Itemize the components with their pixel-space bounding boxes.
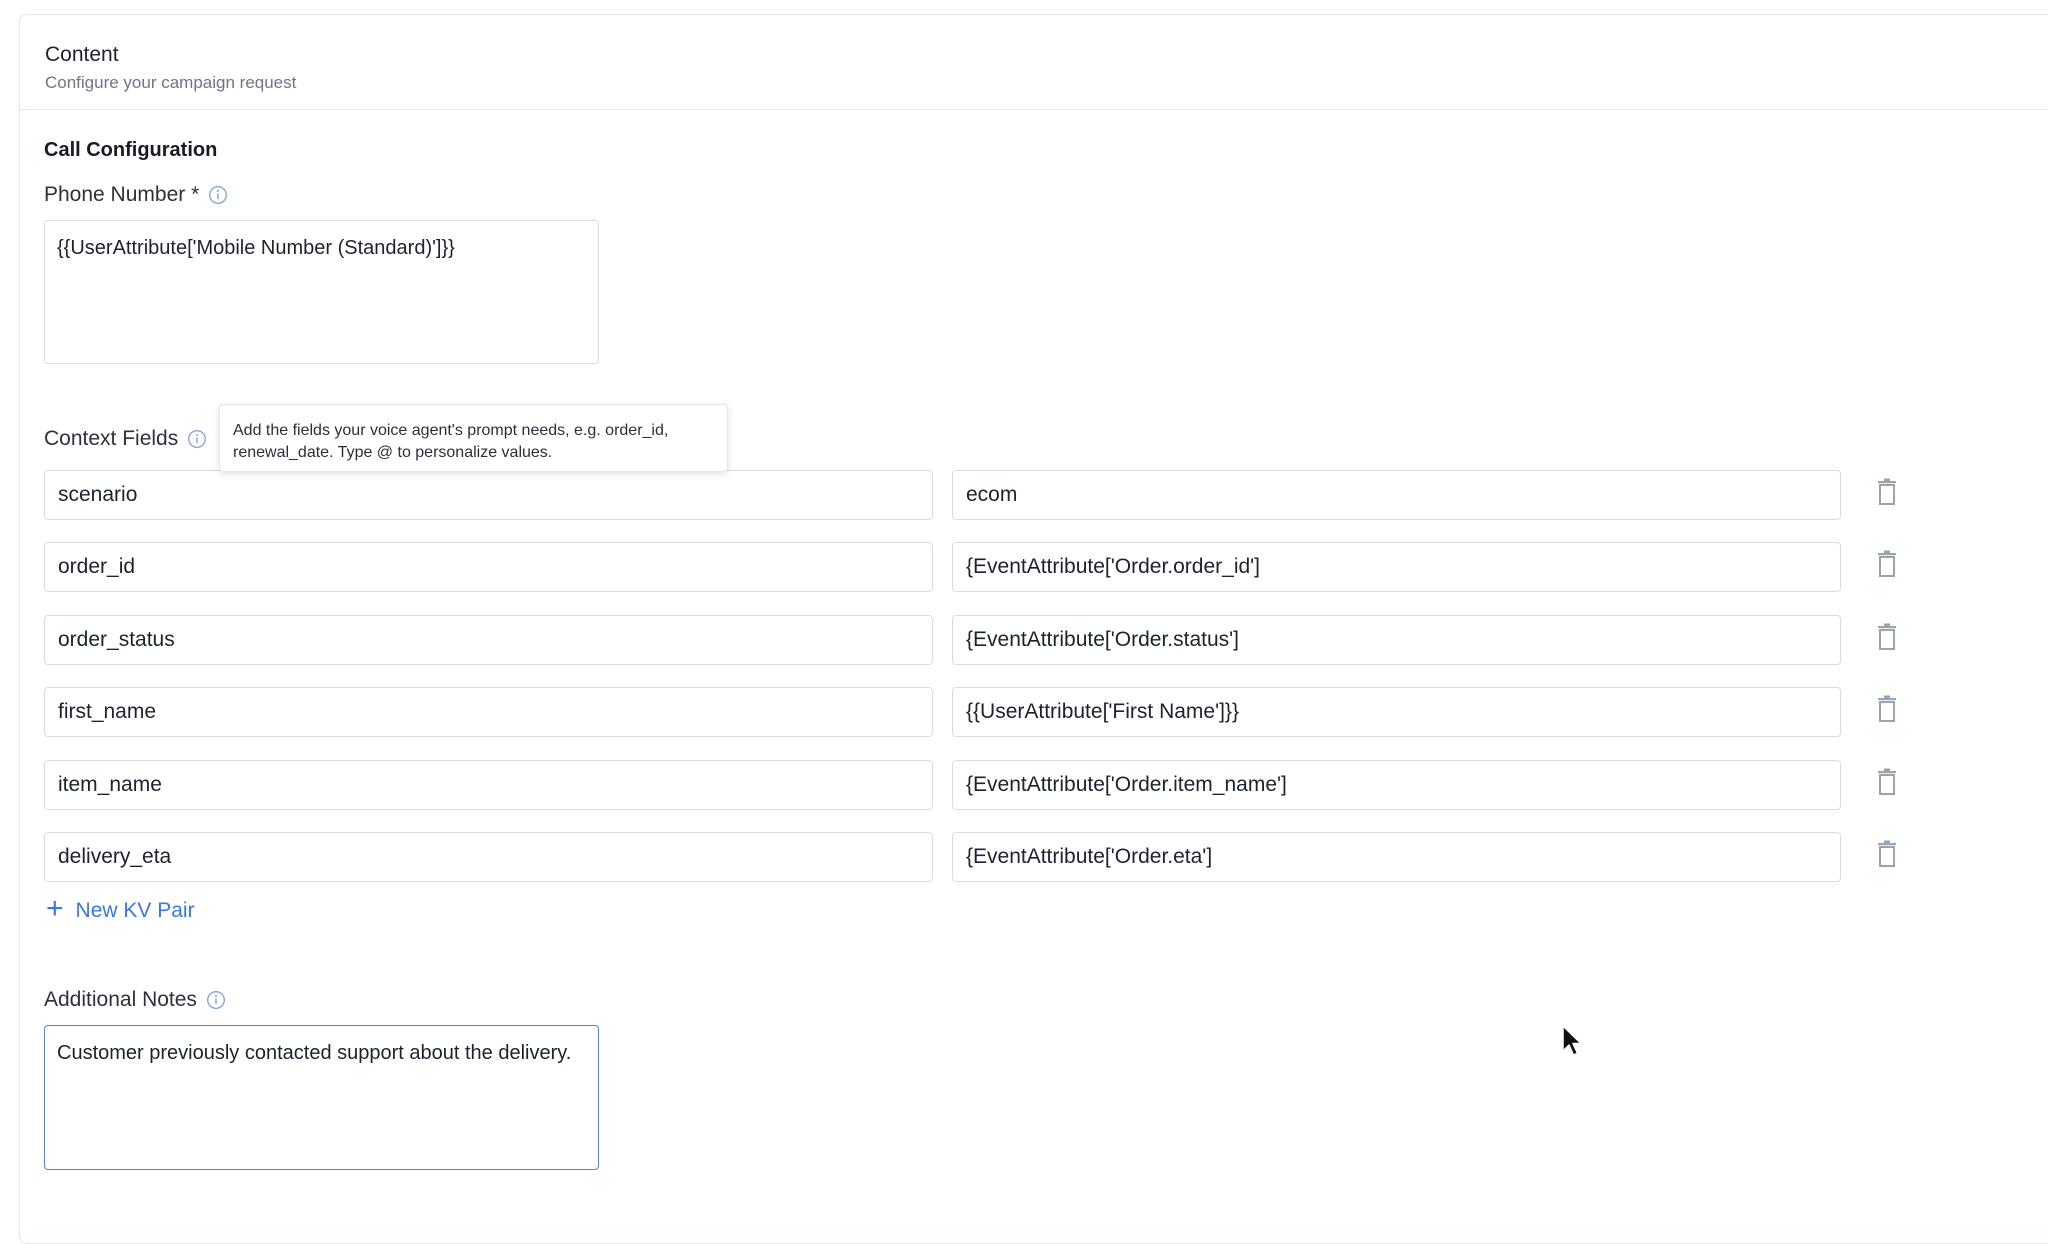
kv-key-input[interactable]: first_name <box>44 687 933 737</box>
kv-value-input[interactable]: ecom <box>952 470 1841 520</box>
kv-key-input[interactable]: item_name <box>44 760 933 810</box>
kv-value-input[interactable]: {{UserAttribute['First Name']}} <box>952 687 1841 737</box>
mouse-pointer-icon <box>1562 1025 1582 1056</box>
new-kv-pair-button[interactable]: + New KV Pair <box>46 892 195 925</box>
kv-pair-row: scenario ecom <box>44 470 1904 520</box>
plus-icon: + <box>46 892 64 925</box>
trash-icon[interactable] <box>1876 478 1898 506</box>
kv-pair-row: item_name {EventAttribute['Order.item_nam… <box>44 760 1904 810</box>
additional-notes-field[interactable]: Customer previously contacted support ab… <box>44 1025 599 1170</box>
kv-pair-row: first_name {{UserAttribute['First Name']}… <box>44 687 1904 737</box>
trash-icon[interactable] <box>1876 623 1898 651</box>
kv-value-input[interactable]: {EventAttribute['Order.status'] <box>952 615 1841 665</box>
info-icon[interactable] <box>206 990 226 1010</box>
section-title: Call Configuration <box>44 139 218 161</box>
kv-pair-row: delivery_eta {EventAttribute['Order.eta'] <box>44 832 1904 882</box>
trash-icon[interactable] <box>1876 768 1898 796</box>
kv-value-input[interactable]: {EventAttribute['Order.eta'] <box>952 832 1841 882</box>
phone-number-field[interactable]: {{UserAttribute['Mobile Number (Standard… <box>44 220 599 364</box>
kv-key-input[interactable]: scenario <box>44 470 933 520</box>
context-fields-tooltip: Add the fields your voice agent's prompt… <box>219 404 728 472</box>
phone-number-label: Phone Number * <box>44 183 228 207</box>
new-kv-pair-label: New KV Pair <box>75 898 195 922</box>
kv-key-input[interactable]: order_id <box>44 542 933 592</box>
card-title: Content <box>45 43 119 66</box>
kv-key-input[interactable]: delivery_eta <box>44 832 933 882</box>
kv-value-input[interactable]: {EventAttribute['Order.item_name'] <box>952 760 1841 810</box>
trash-icon[interactable] <box>1876 695 1898 723</box>
info-icon[interactable] <box>187 429 207 449</box>
card-header: Content Configure your campaign request <box>20 15 2048 110</box>
trash-icon[interactable] <box>1876 550 1898 578</box>
context-fields-label-text: Context Fields <box>44 427 179 450</box>
info-icon[interactable] <box>208 185 228 205</box>
kv-key-input[interactable]: order_status <box>44 615 933 665</box>
additional-notes-label-text: Additional Notes <box>44 988 197 1011</box>
card-subtitle: Configure your campaign request <box>45 73 297 92</box>
additional-notes-label: Additional Notes <box>44 988 226 1012</box>
kv-pair-row: order_id {EventAttribute['Order.order_id'… <box>44 542 1904 592</box>
context-fields-label: Context Fields <box>44 427 207 451</box>
trash-icon[interactable] <box>1876 840 1898 868</box>
kv-value-input[interactable]: {EventAttribute['Order.order_id'] <box>952 542 1841 592</box>
kv-pair-row: order_status {EventAttribute['Order.statu… <box>44 615 1904 665</box>
phone-number-label-text: Phone Number * <box>44 183 200 206</box>
